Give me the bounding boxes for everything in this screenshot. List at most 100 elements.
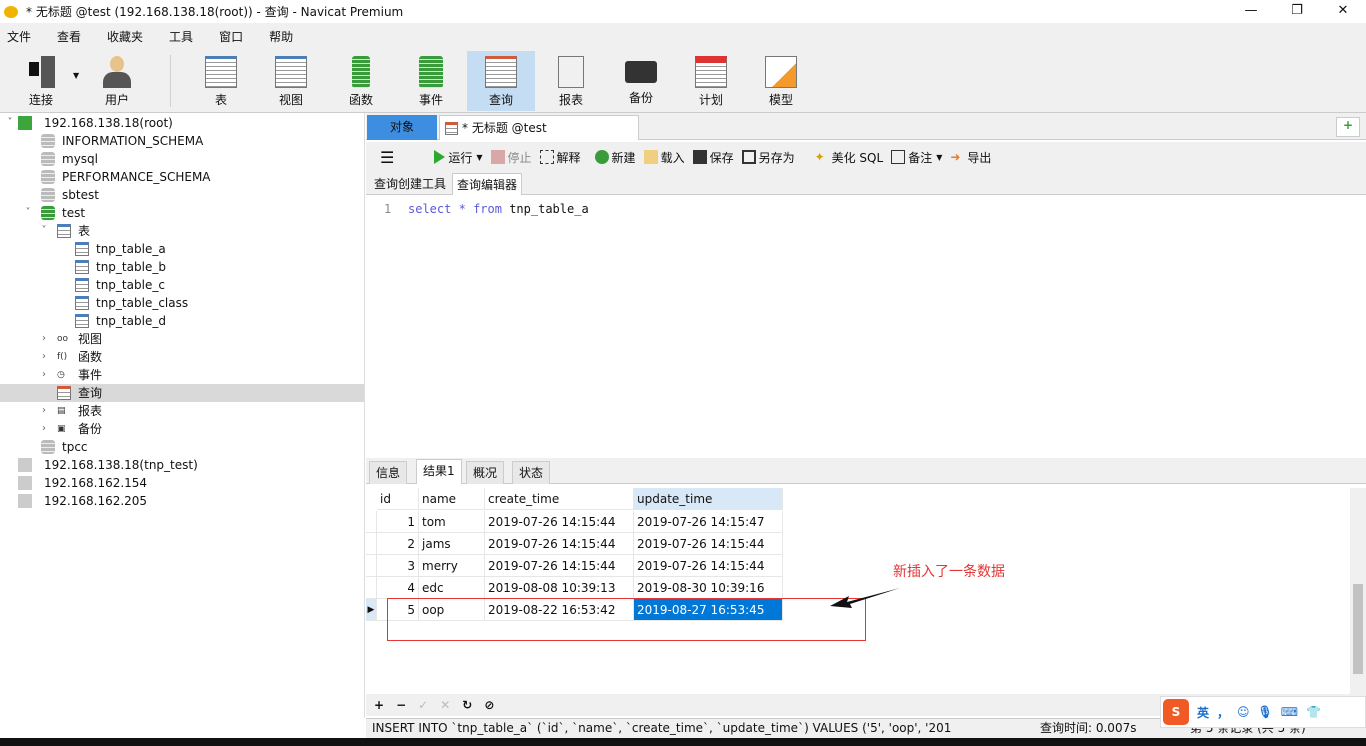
toolbar-event[interactable]: 事件 — [397, 51, 465, 111]
tree-item[interactable]: 192.168.162.205 — [0, 492, 364, 510]
tree-item[interactable]: › f() 函数 — [0, 348, 364, 366]
tree-item[interactable]: tnp_table_b — [0, 258, 364, 276]
new-tab-button[interactable]: + — [1336, 117, 1360, 137]
grid-cell[interactable]: 2 — [377, 533, 419, 555]
discard-button[interactable]: ✕ — [440, 698, 450, 712]
chevron-right-icon[interactable]: › — [39, 420, 49, 438]
row-marker[interactable] — [366, 533, 377, 555]
menu-file[interactable]: 文件 — [7, 28, 31, 45]
keyboard-icon[interactable]: ⌨ — [1281, 705, 1298, 719]
tree-item[interactable]: sbtest — [0, 186, 364, 204]
tree-item[interactable]: tnp_table_a — [0, 240, 364, 258]
column-header-id[interactable]: id — [377, 488, 419, 510]
tree-item[interactable]: tnp_table_c — [0, 276, 364, 294]
tab-query[interactable]: * 无标题 @test (192.168.138... — [439, 115, 639, 160]
load-button[interactable]: 载入 — [643, 149, 685, 166]
chevron-right-icon[interactable]: › — [39, 402, 49, 420]
chevron-down-icon[interactable]: ▼ — [936, 153, 942, 162]
menu-help[interactable]: 帮助 — [269, 28, 293, 45]
ime-language[interactable]: 英 — [1197, 704, 1209, 721]
tab-info[interactable]: 信息 — [369, 461, 408, 484]
chevron-down-icon[interactable]: ▼ — [73, 71, 79, 80]
row-marker[interactable]: ▶ — [366, 599, 377, 621]
toolbar-user[interactable]: 用户 — [83, 51, 151, 111]
chevron-down-icon[interactable]: ˅ — [23, 204, 33, 222]
grid-cell[interactable]: 2019-08-30 10:39:16 — [634, 577, 783, 599]
grid-cell[interactable]: 2019-08-08 10:39:13 — [485, 577, 634, 599]
tree-item[interactable]: ˅ 192.168.138.18(root) — [0, 114, 364, 132]
export-button[interactable]: ➜ 导出 — [950, 149, 991, 166]
grid-cell[interactable]: 2019-07-26 14:15:44 — [485, 555, 634, 577]
tree-item[interactable]: 192.168.138.18(tnp_test) — [0, 456, 364, 474]
toolbar-function[interactable]: 函数 — [327, 51, 395, 111]
tree-item[interactable]: › ◷ 事件 — [0, 366, 364, 384]
grid-cell[interactable]: jams — [419, 533, 485, 555]
chevron-right-icon[interactable]: › — [39, 366, 49, 384]
grid-cell[interactable]: 3 — [377, 555, 419, 577]
grid-cell[interactable]: 2019-07-26 14:15:44 — [634, 533, 783, 555]
menu-view[interactable]: 查看 — [57, 28, 81, 45]
new-button[interactable]: 新建 — [594, 149, 636, 166]
tree-item[interactable]: mysql — [0, 150, 364, 168]
maximize-button[interactable]: ❐ — [1274, 0, 1320, 23]
grid-cell[interactable]: 2019-07-26 14:15:44 — [485, 511, 634, 533]
tree-item[interactable]: ˅ test — [0, 204, 364, 222]
grid-cell[interactable]: 2019-07-26 14:15:44 — [485, 533, 634, 555]
tree-item[interactable]: tnp_table_d — [0, 312, 364, 330]
toolbar-backup[interactable]: 备份 — [607, 51, 675, 111]
tree-item[interactable]: › ▤ 报表 — [0, 402, 364, 420]
row-marker[interactable] — [366, 511, 377, 533]
tree-item[interactable]: › oo 视图 — [0, 330, 364, 348]
toolbar-connection[interactable]: 连接 ▼ — [7, 51, 79, 111]
tree-item[interactable]: › ▣ 备份 — [0, 420, 364, 438]
grid-cell[interactable]: 2019-07-26 14:15:47 — [634, 511, 783, 533]
explain-button[interactable]: 解释 — [539, 149, 581, 166]
tab-profile[interactable]: 概况 — [466, 461, 505, 484]
skin-icon[interactable]: 👕 — [1306, 705, 1321, 719]
tree-item[interactable]: tnp_table_class — [0, 294, 364, 312]
tree-item[interactable]: PERFORMANCE_SCHEMA — [0, 168, 364, 186]
chevron-right-icon[interactable]: › — [39, 330, 49, 348]
note-button[interactable]: 备注 ▼ — [891, 149, 942, 166]
toolbar-query[interactable]: 查询 — [467, 51, 535, 111]
add-record-button[interactable]: + — [374, 698, 384, 712]
tab-result1[interactable]: 结果1 — [416, 459, 462, 484]
toolbar-table[interactable]: 表 — [187, 51, 255, 111]
chevron-down-icon[interactable]: ˅ — [5, 114, 15, 132]
grid-cell[interactable]: 1 — [377, 511, 419, 533]
delete-record-button[interactable]: − — [396, 698, 406, 712]
save-as-button[interactable]: 另存为 — [741, 149, 795, 166]
chevron-right-icon[interactable]: › — [39, 348, 49, 366]
ime-punctuation[interactable]: ， — [1217, 704, 1229, 721]
microphone-icon[interactable]: 🎙 — [1258, 705, 1273, 719]
minimize-button[interactable]: — — [1228, 0, 1274, 23]
toolbar-schedule[interactable]: 计划 — [677, 51, 745, 111]
grid-cell[interactable]: 2019-07-26 14:15:44 — [634, 555, 783, 577]
tree-item[interactable]: 查询 — [0, 384, 364, 402]
tab-status[interactable]: 状态 — [512, 461, 551, 484]
tree-item[interactable]: INFORMATION_SCHEMA — [0, 132, 364, 150]
row-marker[interactable] — [366, 555, 377, 577]
grid-cell[interactable]: edc — [419, 577, 485, 599]
emoji-icon[interactable]: ☺ — [1237, 705, 1250, 719]
sql-editor[interactable]: 1 select * from tnp_table_a — [366, 196, 1366, 456]
tree-item[interactable]: ˅ 表 — [0, 222, 364, 240]
toolbar-report[interactable]: 报表 — [537, 51, 605, 111]
menu-tools[interactable]: 工具 — [169, 28, 193, 45]
tree-item[interactable]: 192.168.162.154 — [0, 474, 364, 492]
column-header-name[interactable]: name — [419, 488, 485, 510]
tab-query-builder[interactable]: 查询创建工具 — [370, 173, 450, 195]
column-header-create_time[interactable]: create_time — [485, 488, 634, 510]
row-marker[interactable] — [366, 577, 377, 599]
chevron-down-icon[interactable]: ▼ — [476, 153, 482, 162]
stop-button[interactable]: 停止 — [490, 149, 532, 166]
run-button[interactable]: 运行 ▼ — [434, 149, 483, 166]
menu-favorites[interactable]: 收藏夹 — [107, 28, 143, 45]
toolbar-model[interactable]: 模型 — [747, 51, 815, 111]
close-button[interactable]: ✕ — [1320, 0, 1366, 23]
refresh-button[interactable]: ↻ — [462, 698, 472, 712]
save-button[interactable]: 保存 — [692, 149, 734, 166]
beautify-sql-button[interactable]: ✦ 美化 SQL — [815, 149, 884, 166]
grid-cell[interactable]: merry — [419, 555, 485, 577]
tab-objects[interactable]: 对象 — [367, 115, 437, 140]
